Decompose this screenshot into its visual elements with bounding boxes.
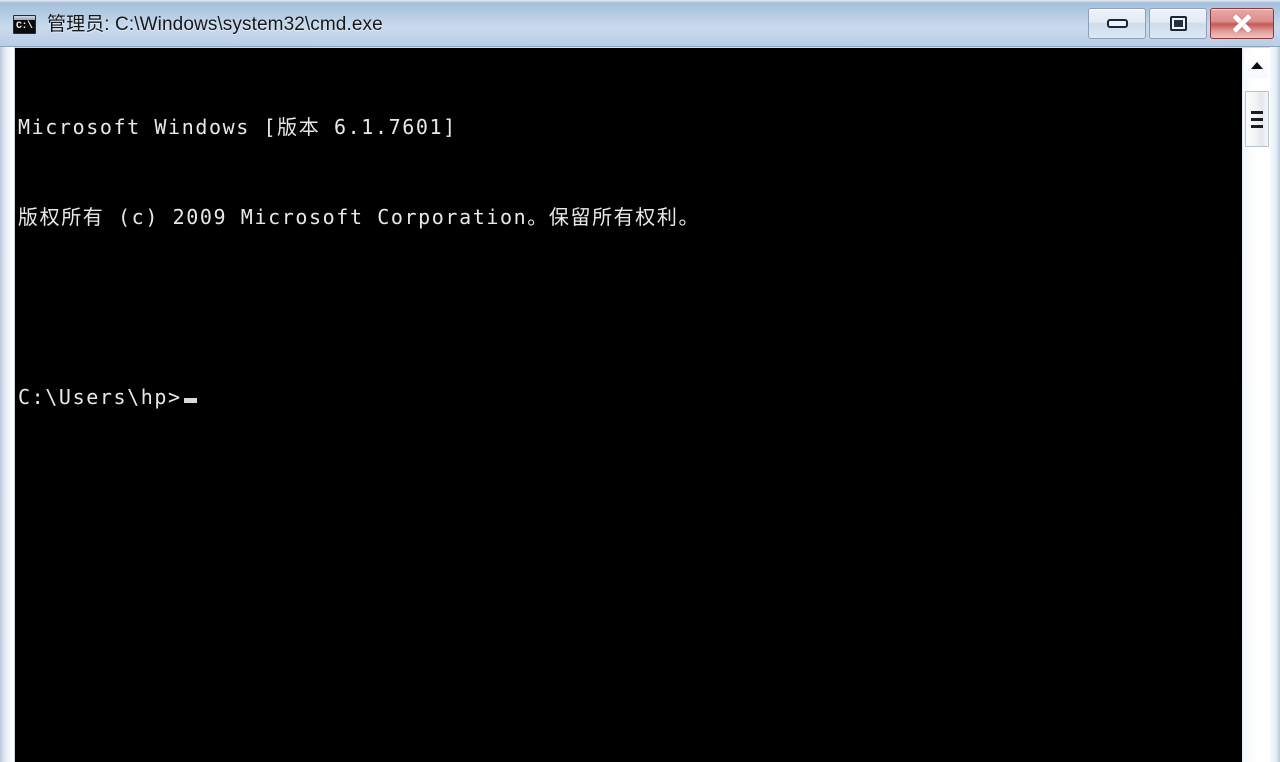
grip-line [1251,110,1263,114]
cmd-console-icon[interactable]: C:\ [13,15,36,34]
console-line: 版权所有 (c) 2009 Microsoft Corporation。保留所有… [18,205,701,229]
cmd-window: C:\ 管理员: C:\Windows\system32\cmd.exe Mic… [0,0,1280,762]
maximize-icon [1169,16,1187,31]
text-cursor [183,398,197,403]
grip-line [1251,124,1263,128]
maximize-button[interactable] [1149,8,1207,39]
cmd-icon-label: C:\ [16,21,33,32]
triangle-up-icon [1251,61,1263,69]
close-button[interactable] [1210,8,1274,39]
window-title: 管理员: C:\Windows\system32\cmd.exe [47,14,383,35]
scrollbar-thumb[interactable] [1245,91,1269,147]
console-text-block: Microsoft Windows [版本 6.1.7601] 版权所有 (c)… [18,52,700,472]
vertical-scrollbar[interactable] [1242,48,1270,762]
console-prompt-line: C:\Users\hp> [18,382,700,412]
caption-button-group [1088,8,1274,39]
minimize-icon [1106,19,1128,28]
console-output-area[interactable]: Microsoft Windows [版本 6.1.7601] 版权所有 (c)… [15,48,1242,762]
scrollbar-track[interactable] [1245,148,1269,762]
title-bar-sheen [0,0,1280,3]
grip-line [1251,117,1263,121]
scroll-up-arrow[interactable] [1245,52,1269,78]
console-prompt: C:\Users\hp> [18,385,182,409]
window-right-border [1270,47,1280,762]
minimize-button[interactable] [1088,8,1146,39]
window-left-border [0,47,14,762]
title-bar[interactable]: C:\ 管理员: C:\Windows\system32\cmd.exe [0,0,1280,47]
console-line: Microsoft Windows [版本 6.1.7601] [18,115,457,139]
close-icon [1233,15,1252,32]
